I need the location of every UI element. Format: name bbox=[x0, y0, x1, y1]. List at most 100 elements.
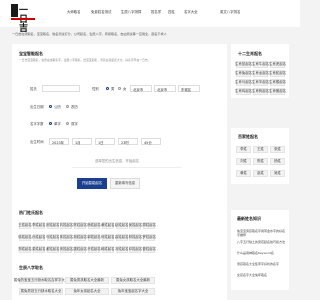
surname-chip[interactable]: 刘姓 bbox=[236, 158, 251, 165]
zodiac-chip[interactable]: 生肖虎起名 bbox=[269, 61, 286, 68]
nav-item[interactable]: 英文八字测名 bbox=[220, 10, 240, 14]
zodiac-chip[interactable]: 生肖鸡起名 bbox=[235, 88, 252, 95]
nav-item[interactable]: 四柱 bbox=[168, 10, 175, 14]
surname-chip[interactable]: 吴姓 bbox=[270, 170, 285, 177]
surname-chip[interactable]: 冯姓起名 bbox=[115, 246, 128, 253]
form-description: 一日吉宝宝取名，免费在线取名字，生辰八字取名，给宝宝起名，男孩女孩起名大全，好名… bbox=[19, 58, 151, 62]
double-char-label: 双字 bbox=[71, 122, 78, 126]
knowledge-link[interactable]: 男孩取名大全集带字好听的名字 bbox=[237, 262, 287, 267]
top-navigation-bar: 一日吉 大师取名 免费姓名测试 生辰八字测算 姓名学 四柱 名字大全 英文八字测… bbox=[0, 0, 300, 34]
surname-chip[interactable]: 何姓起名 bbox=[101, 234, 115, 241]
birth-year-select[interactable]: 2023年 bbox=[49, 138, 69, 145]
zodiac-chip[interactable]: 生肖龙起名 bbox=[252, 70, 269, 77]
double-char-radio[interactable] bbox=[66, 122, 70, 126]
knowledge-link[interactable]: 兔宝宝男孩取名字用带金水字的好名字推荐 bbox=[237, 229, 287, 238]
surname-chip[interactable]: 梁姓起名 bbox=[32, 246, 46, 253]
lucky-chip[interactable]: 兔年宝宝起名字大全 bbox=[111, 288, 155, 295]
lucky-chip[interactable]: 属兔的宝宝五行缺水取名吉祥字大全 bbox=[14, 277, 68, 284]
reset-form-button[interactable]: 重新填写信息 bbox=[110, 178, 140, 189]
zodiac-chip[interactable]: 生肖鼠起名 bbox=[235, 61, 252, 68]
surname-chip[interactable]: 孙姓起名 bbox=[32, 234, 46, 241]
surname-chip[interactable]: 赵姓 bbox=[253, 170, 268, 177]
surname-chip[interactable]: 吴姓起名 bbox=[129, 222, 142, 229]
surname-input[interactable] bbox=[42, 85, 80, 92]
lucky-chip[interactable]: 属兔女孩取名大全最新 bbox=[111, 277, 155, 284]
city-select[interactable]: 北京市 bbox=[154, 85, 176, 92]
nav-item[interactable]: 生辰八字测算 bbox=[121, 10, 141, 14]
surname-chip[interactable]: 李姓 bbox=[236, 146, 251, 153]
surname-chip[interactable]: 唐姓起名 bbox=[73, 246, 87, 253]
zodiac-chip[interactable]: 生肖猴起名 bbox=[269, 79, 286, 86]
surname-chip[interactable]: 黄姓起名 bbox=[101, 222, 115, 229]
logo-underline bbox=[11, 18, 35, 20]
popular-surnames-title: 热门姓氏起名 bbox=[19, 210, 43, 215]
surname-chip[interactable]: 陈姓起名 bbox=[73, 222, 87, 229]
surname-chip[interactable]: 杨姓 bbox=[270, 158, 285, 165]
birth-day-select[interactable]: 1日 bbox=[95, 138, 115, 145]
surname-chip[interactable]: 胡姓起名 bbox=[73, 234, 87, 241]
district-select[interactable]: 东城区 bbox=[178, 85, 200, 92]
surname-chip[interactable]: 杨姓起名 bbox=[87, 222, 101, 229]
surname-chip[interactable]: 郭姓起名 bbox=[87, 234, 101, 241]
knowledge-link[interactable]: 八字五行缺土的男孩起名技巧和方法 bbox=[237, 240, 287, 245]
province-select[interactable]: 北京市 bbox=[130, 85, 152, 92]
surname-chip[interactable]: 赵姓起名 bbox=[115, 222, 128, 229]
lucky-chip[interactable]: 兔年女孩起名大全 bbox=[65, 288, 109, 295]
birth-month-select[interactable]: 1月 bbox=[72, 138, 92, 145]
surname-chip[interactable]: 许姓起名 bbox=[87, 246, 101, 253]
nav-item[interactable]: 姓名学 bbox=[151, 10, 161, 14]
surname-chip[interactable]: 李姓起名 bbox=[32, 222, 46, 229]
surname-chip[interactable]: 张姓起名 bbox=[46, 222, 59, 229]
surname-chip[interactable]: 马姓起名 bbox=[46, 234, 59, 241]
surname-chip[interactable]: 朱姓起名 bbox=[60, 234, 73, 241]
surname-chip[interactable]: 林姓起名 bbox=[129, 234, 142, 241]
zodiac-chip[interactable]: 生肖猪起名 bbox=[269, 88, 286, 95]
birth-time-label: 出生时间 bbox=[30, 140, 44, 144]
start-naming-button[interactable]: 开始智能起名 bbox=[77, 178, 107, 189]
surname-chip[interactable]: 高姓起名 bbox=[115, 234, 128, 241]
zodiac-chip[interactable]: 生肖羊起名 bbox=[252, 79, 269, 86]
lucky-chip[interactable]: 属兔男孩取名大全最新 bbox=[65, 277, 109, 284]
surname-chip[interactable]: 宋姓起名 bbox=[60, 246, 73, 253]
dob-lunar-radio[interactable] bbox=[66, 105, 70, 109]
surname-chip[interactable]: 谢姓起名 bbox=[46, 246, 59, 253]
knowledge-link[interactable]: 女孩名字大全兔年取名 bbox=[237, 273, 287, 278]
gender-male-radio[interactable] bbox=[106, 87, 110, 91]
surname-chip[interactable]: 王姓起名 bbox=[18, 222, 32, 229]
zodiac-chip[interactable]: 生肖狗起名 bbox=[252, 88, 269, 95]
lucky-chip[interactable]: 属兔男孩五行缺水取名大全 bbox=[19, 288, 63, 295]
knowledge-link[interactable]: 什么是用神取名Keyword名 bbox=[237, 251, 287, 256]
nav-item[interactable]: 免费姓名测试 bbox=[91, 10, 111, 14]
surname-chip[interactable]: 韩姓起名 bbox=[101, 246, 115, 253]
surname-chip[interactable]: 徐姓起名 bbox=[18, 234, 32, 241]
surname-chip[interactable]: 王姓 bbox=[253, 146, 268, 153]
dob-type-label: 出生日期 bbox=[30, 105, 44, 109]
surname-chip[interactable]: 周姓起名 bbox=[142, 222, 156, 229]
nav-item[interactable]: 名字大全 bbox=[184, 10, 198, 14]
name-length-label: 名字字数 bbox=[30, 122, 44, 126]
gender-female-radio[interactable] bbox=[118, 87, 122, 91]
surname-chip[interactable]: 黄姓 bbox=[236, 170, 251, 177]
dob-solar-radio[interactable] bbox=[49, 105, 53, 109]
birth-hour-select[interactable]: 23时 bbox=[118, 138, 138, 145]
nav-item[interactable]: 大师取名 bbox=[67, 10, 81, 14]
popular-surnames-section bbox=[12, 203, 227, 233]
zodiac-chip[interactable]: 生肖兔起名 bbox=[235, 70, 252, 77]
zodiac-chip[interactable]: 生肖牛起名 bbox=[252, 61, 269, 68]
zodiac-title: 十二生肖起名 bbox=[238, 51, 262, 56]
birth-minute-select[interactable]: 45分 bbox=[141, 138, 161, 145]
zodiac-chip[interactable]: 生肖马起名 bbox=[235, 79, 252, 86]
surname-chip[interactable]: 刘姓起名 bbox=[60, 222, 73, 229]
zodiac-chip[interactable]: 生肖蛇起名 bbox=[269, 70, 286, 77]
surname-chip[interactable]: 陈姓 bbox=[253, 158, 268, 165]
dob-solar-label: 公历 bbox=[54, 105, 61, 109]
surname-chip[interactable]: 曹姓起名 bbox=[142, 246, 156, 253]
surname-chip[interactable]: 郑姓起名 bbox=[18, 246, 32, 253]
surname-chip[interactable]: 张姓 bbox=[270, 146, 285, 153]
dob-lunar-label: 农历 bbox=[71, 105, 78, 109]
surname-chip[interactable]: 邓姓起名 bbox=[129, 246, 142, 253]
logo-mark bbox=[11, 4, 18, 17]
site-logo[interactable]: 一日吉 bbox=[11, 4, 35, 34]
single-char-radio[interactable] bbox=[49, 122, 53, 126]
surname-chip[interactable]: 罗姓起名 bbox=[142, 234, 156, 241]
